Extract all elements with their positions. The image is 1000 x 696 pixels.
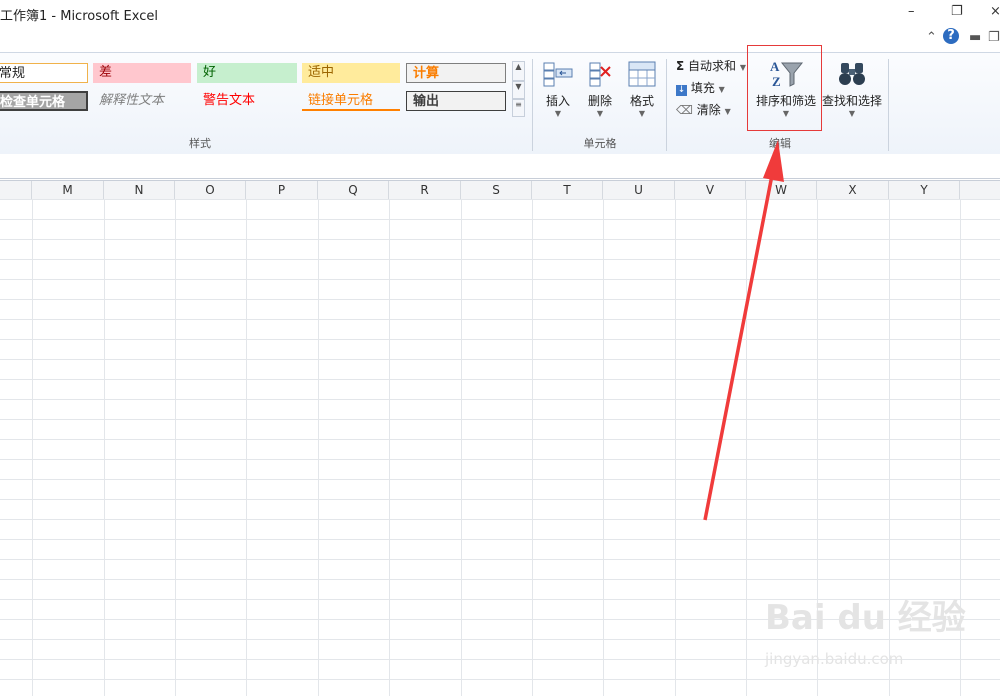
baidu-watermark-url: jingyan.baidu.com <box>765 650 904 668</box>
baidu-watermark: Bai du 经验 <box>765 598 966 638</box>
